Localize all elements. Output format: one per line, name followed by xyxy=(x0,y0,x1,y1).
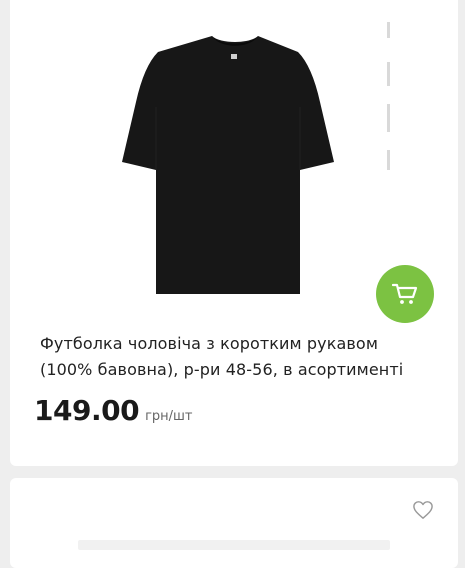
product-image[interactable] xyxy=(120,32,350,297)
image-edge-mark xyxy=(387,22,390,38)
shopping-cart-icon xyxy=(392,283,418,304)
product-image-area[interactable] xyxy=(10,0,458,300)
image-edge-mark xyxy=(387,62,390,86)
price-unit: грн/шт xyxy=(145,409,193,424)
product-image[interactable] xyxy=(78,540,390,550)
add-to-favorites-button[interactable] xyxy=(412,500,436,522)
add-to-cart-button[interactable] xyxy=(376,265,434,323)
product-card[interactable] xyxy=(10,478,458,568)
heart-icon xyxy=(413,501,433,519)
price-row: 149.00 грн/шт xyxy=(34,394,193,427)
image-edge-mark xyxy=(387,150,390,170)
product-card[interactable]: Футболка чоловіча з коротким рукавом (10… xyxy=(10,0,458,466)
product-title[interactable]: Футболка чоловіча з коротким рукавом (10… xyxy=(40,331,432,383)
product-price: 149.00 xyxy=(34,394,140,427)
image-edge-mark xyxy=(387,104,390,132)
